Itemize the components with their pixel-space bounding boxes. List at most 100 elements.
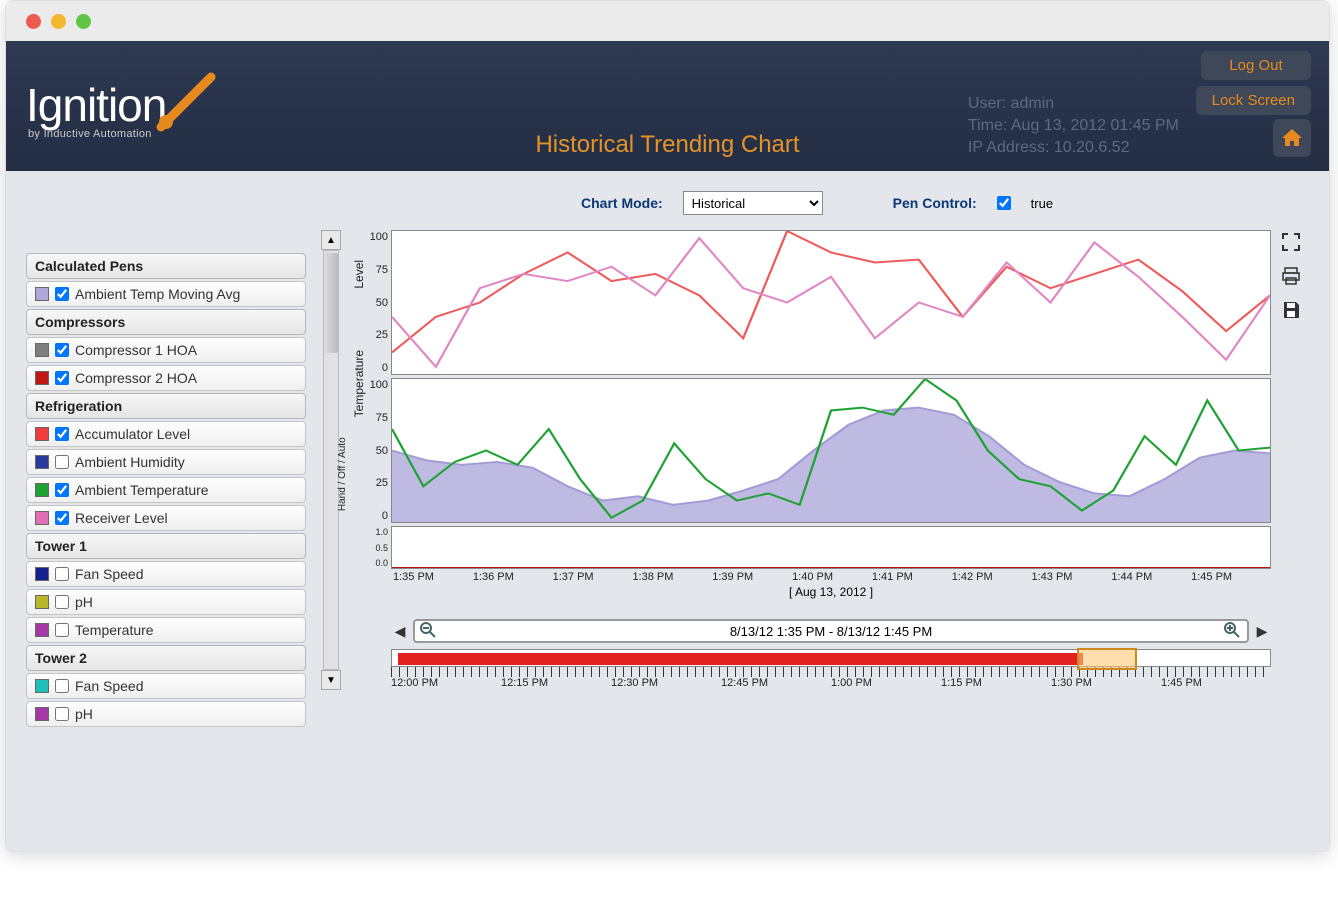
pen-color-swatch <box>35 679 49 693</box>
pen-group-header: Tower 1 <box>26 533 306 559</box>
pen-label: Receiver Level <box>75 510 168 526</box>
scroll-thumb[interactable] <box>324 253 338 353</box>
scroll-down-icon[interactable]: ▼ <box>321 670 341 690</box>
logo-subtitle: by Inductive Automation <box>28 128 152 140</box>
pen-label: pH <box>75 706 93 722</box>
overview-bar[interactable] <box>391 649 1271 667</box>
pen-label: pH <box>75 594 93 610</box>
pen-item[interactable]: Receiver Level <box>26 505 306 531</box>
pen-color-swatch <box>35 455 49 469</box>
pen-item[interactable]: Accumulator Level <box>26 421 306 447</box>
pen-color-swatch <box>35 483 49 497</box>
pen-item[interactable]: pH <box>26 701 306 727</box>
pen-item[interactable]: pH <box>26 589 306 615</box>
save-icon[interactable] <box>1279 298 1303 322</box>
logo-text: Ignition <box>26 78 166 132</box>
range-prev-icon[interactable]: ◀ <box>391 622 409 640</box>
user-info: User: admin Time: Aug 13, 2012 01:45 PM … <box>968 93 1179 159</box>
pen-label: Ambient Temp Moving Avg <box>75 286 240 302</box>
zoom-in-icon[interactable] <box>1223 621 1243 641</box>
chart-mode-label: Chart Mode: <box>581 195 663 211</box>
app-window: Ignition by Inductive Automation Histori… <box>5 0 1330 852</box>
app-header: Ignition by Inductive Automation Histori… <box>6 41 1329 171</box>
chart-mode-select[interactable]: Historical <box>683 191 823 215</box>
logo-swoosh-icon <box>156 72 226 132</box>
chart-level-ylabel: Level <box>352 259 366 288</box>
pen-color-swatch <box>35 427 49 441</box>
pen-color-swatch <box>35 707 49 721</box>
chart-level[interactable]: 1007550250 Level <box>391 230 1271 375</box>
pen-control-label: Pen Control: <box>893 195 977 211</box>
user-value: admin <box>1011 95 1055 112</box>
pen-checkbox[interactable] <box>55 511 69 525</box>
pen-label: Accumulator Level <box>75 426 190 442</box>
pen-item[interactable]: Ambient Temperature <box>26 477 306 503</box>
chart-temp-ylabel: Temperature <box>352 349 366 416</box>
pen-color-swatch <box>35 287 49 301</box>
user-label: User: <box>968 95 1006 112</box>
ip-value: 10.20.6.52 <box>1054 139 1130 156</box>
chart-main: Chart Mode: Historical Pen Control: true… <box>321 191 1309 821</box>
pen-checkbox[interactable] <box>55 455 69 469</box>
time-label: Time: <box>968 117 1007 134</box>
pen-checkbox[interactable] <box>55 371 69 385</box>
pen-checkbox[interactable] <box>55 595 69 609</box>
pen-item[interactable]: Temperature <box>26 617 306 643</box>
overview-thumb[interactable] <box>1077 648 1137 670</box>
pen-item[interactable]: Compressor 1 HOA <box>26 337 306 363</box>
zoom-out-icon[interactable] <box>419 621 439 641</box>
pen-group-header: Refrigeration <box>26 393 306 419</box>
chart-hoa-ylabel: Hand / Off / Auto <box>337 437 348 511</box>
overview-ticks <box>391 667 1271 677</box>
maximize-icon[interactable] <box>76 14 91 29</box>
pen-label: Ambient Temperature <box>75 482 209 498</box>
chart-temperature[interactable]: 1007550250 Temperature <box>391 378 1271 523</box>
chart-hoa[interactable]: 1.00.50.0 Hand / Off / Auto <box>391 526 1271 569</box>
chart-tools <box>1279 230 1309 322</box>
chart-controls: Chart Mode: Historical Pen Control: true <box>581 191 1309 215</box>
pen-item[interactable]: Compressor 2 HOA <box>26 365 306 391</box>
pen-checkbox[interactable] <box>55 623 69 637</box>
pen-color-swatch <box>35 623 49 637</box>
time-range-control: ◀ 8/13/12 1:35 PM - 8/13/12 1:45 PM ▶ <box>391 619 1271 643</box>
pen-checkbox[interactable] <box>55 679 69 693</box>
pen-color-swatch <box>35 343 49 357</box>
chart-hoa-yticks: 1.00.50.0 <box>362 527 388 568</box>
print-icon[interactable] <box>1279 264 1303 288</box>
pen-checkbox[interactable] <box>55 707 69 721</box>
page-title: Historical Trending Chart <box>535 131 799 159</box>
pen-checkbox[interactable] <box>55 287 69 301</box>
fullscreen-icon[interactable] <box>1279 230 1303 254</box>
pen-checkbox[interactable] <box>55 483 69 497</box>
pen-control-checkbox[interactable] <box>997 196 1011 210</box>
pen-sidebar: Calculated PensAmbient Temp Moving AvgCo… <box>26 251 306 821</box>
pen-color-swatch <box>35 511 49 525</box>
pen-item[interactable]: Ambient Humidity <box>26 449 306 475</box>
ip-label: IP Address: <box>968 139 1050 156</box>
pen-label: Temperature <box>75 622 154 638</box>
pen-item[interactable]: Fan Speed <box>26 673 306 699</box>
app-logo: Ignition by Inductive Automation <box>26 72 226 140</box>
home-icon <box>1280 126 1304 150</box>
home-button[interactable] <box>1273 119 1311 157</box>
pen-label: Compressor 1 HOA <box>75 342 197 358</box>
range-label: 8/13/12 1:35 PM - 8/13/12 1:45 PM <box>443 624 1219 639</box>
scroll-up-icon[interactable]: ▲ <box>321 230 341 250</box>
pen-label: Ambient Humidity <box>75 454 185 470</box>
pen-control-value: true <box>1031 196 1053 211</box>
pen-checkbox[interactable] <box>55 427 69 441</box>
pen-checkbox[interactable] <box>55 567 69 581</box>
pen-label: Fan Speed <box>75 566 144 582</box>
logout-button[interactable]: Log Out <box>1201 51 1311 80</box>
overview-fill <box>398 653 1083 665</box>
lock-screen-button[interactable]: Lock Screen <box>1196 86 1311 115</box>
range-next-icon[interactable]: ▶ <box>1253 622 1271 640</box>
close-icon[interactable] <box>26 14 41 29</box>
pen-group-header: Tower 2 <box>26 645 306 671</box>
overview-labels: 12:00 PM12:15 PM12:30 PM12:45 PM1:00 PM1… <box>391 677 1271 689</box>
pen-color-swatch <box>35 595 49 609</box>
minimize-icon[interactable] <box>51 14 66 29</box>
pen-item[interactable]: Ambient Temp Moving Avg <box>26 281 306 307</box>
pen-checkbox[interactable] <box>55 343 69 357</box>
pen-item[interactable]: Fan Speed <box>26 561 306 587</box>
